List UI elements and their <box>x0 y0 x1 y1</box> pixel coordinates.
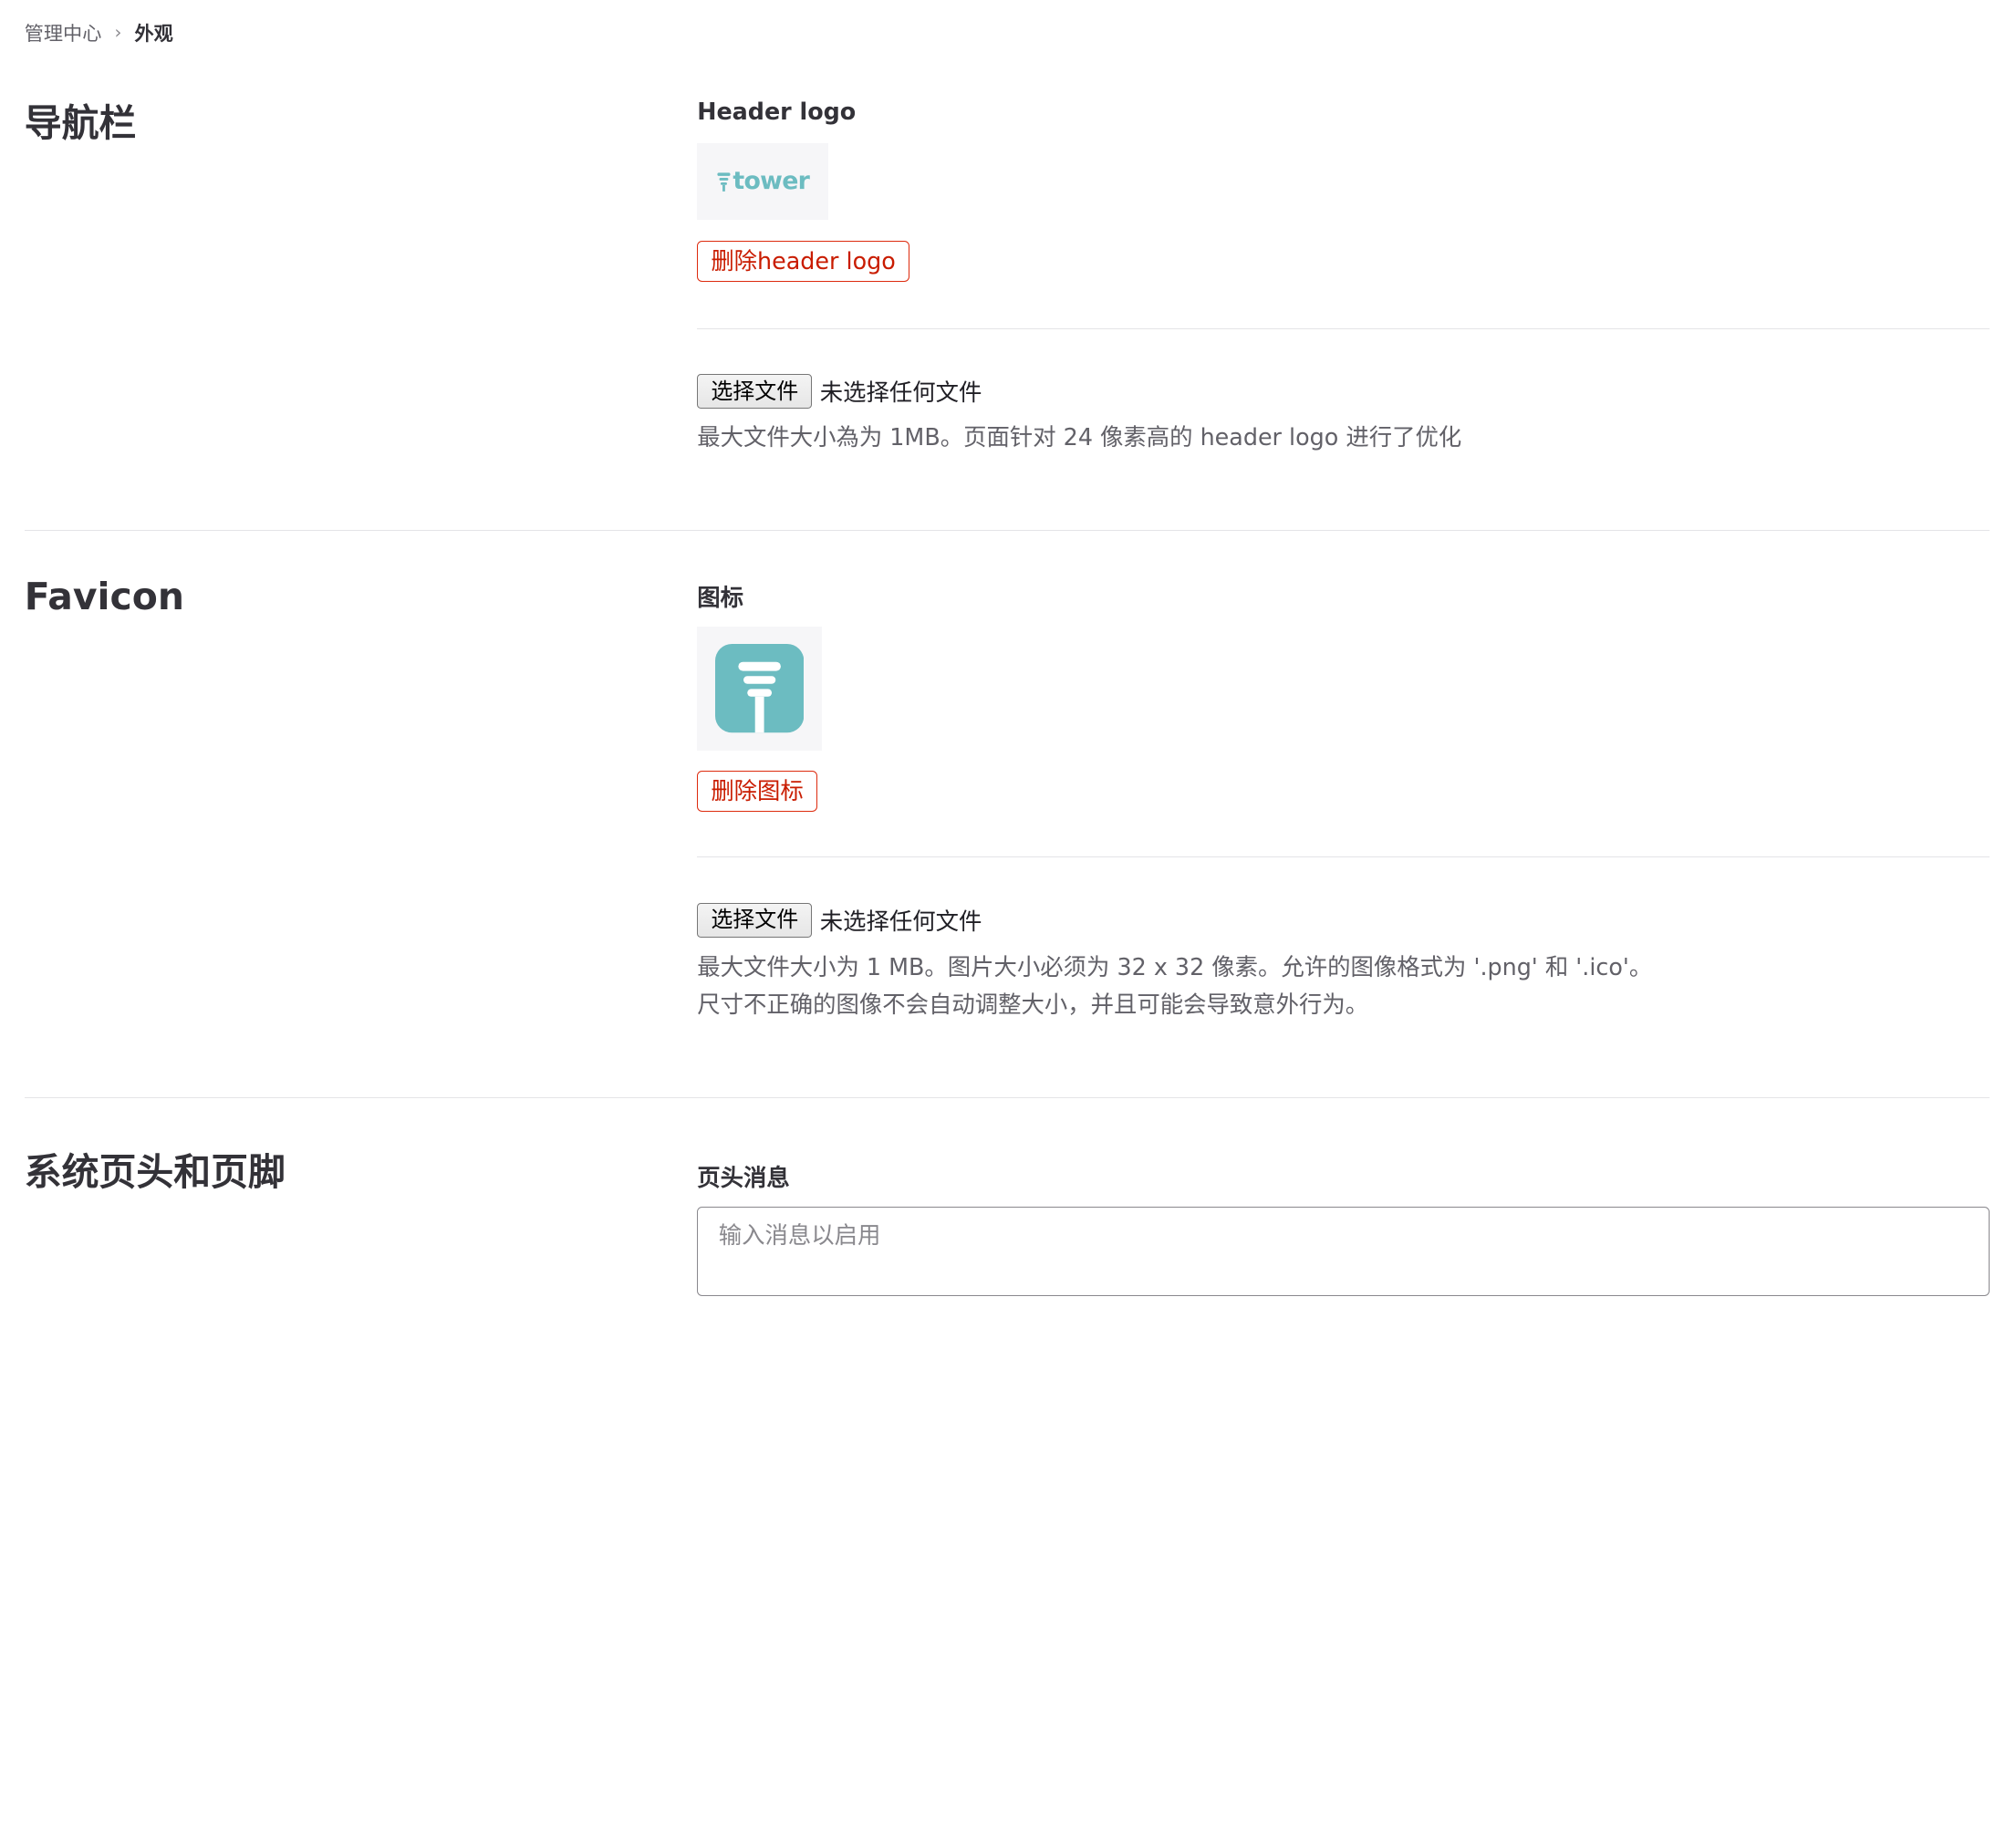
section-title-system-header-footer: 系统页头和页脚 <box>24 1150 286 1195</box>
logo-text: tower <box>733 167 810 196</box>
choose-file-button[interactable]: 选择文件 <box>697 902 813 938</box>
delete-favicon-button[interactable]: 删除图标 <box>697 770 817 812</box>
header-logo-file-input[interactable]: 选择文件 未选择任何文件 <box>697 374 982 410</box>
section-title-favicon: Favicon <box>24 575 184 619</box>
breadcrumb-admin-link[interactable]: 管理中心 <box>25 18 102 47</box>
breadcrumb: 管理中心 › 外观 <box>25 18 173 47</box>
tower-icon <box>717 171 731 192</box>
header-logo-help: 最大文件大小為为 1MB。页面针对 24 像素高的 header logo 进行… <box>697 423 1462 451</box>
delete-header-logo-button[interactable]: 删除header logo <box>697 240 909 282</box>
chevron-right-icon: › <box>114 21 122 43</box>
favicon-label: 图标 <box>697 583 743 611</box>
breadcrumb-current: 外观 <box>134 21 173 45</box>
favicon-help-line1: 最大文件大小为 1 MB。图片大小必须为 32 x 32 像素。允许的图像格式为… <box>697 953 1653 981</box>
section-divider <box>24 529 1990 532</box>
favicon-preview <box>697 626 822 752</box>
header-message-label: 页头消息 <box>697 1163 790 1191</box>
choose-file-button[interactable]: 选择文件 <box>697 374 813 410</box>
divider <box>697 327 1990 329</box>
header-logo-preview: tower <box>697 142 829 221</box>
section-divider <box>24 1096 1990 1099</box>
header-logo-label: Header logo <box>697 98 857 126</box>
section-title-navbar: 导航栏 <box>24 100 137 145</box>
tower-favicon-icon <box>714 644 805 733</box>
tower-logo: tower <box>716 167 810 196</box>
favicon-help-line2: 尺寸不正确的图像不会自动调整大小，并且可能会导致意外行为。 <box>697 991 1369 1019</box>
favicon-file-input[interactable]: 选择文件 未选择任何文件 <box>697 902 982 938</box>
header-message-input[interactable] <box>697 1206 1990 1297</box>
no-file-text: 未选择任何文件 <box>819 907 982 935</box>
divider <box>697 856 1990 858</box>
no-file-text: 未选择任何文件 <box>819 379 982 407</box>
